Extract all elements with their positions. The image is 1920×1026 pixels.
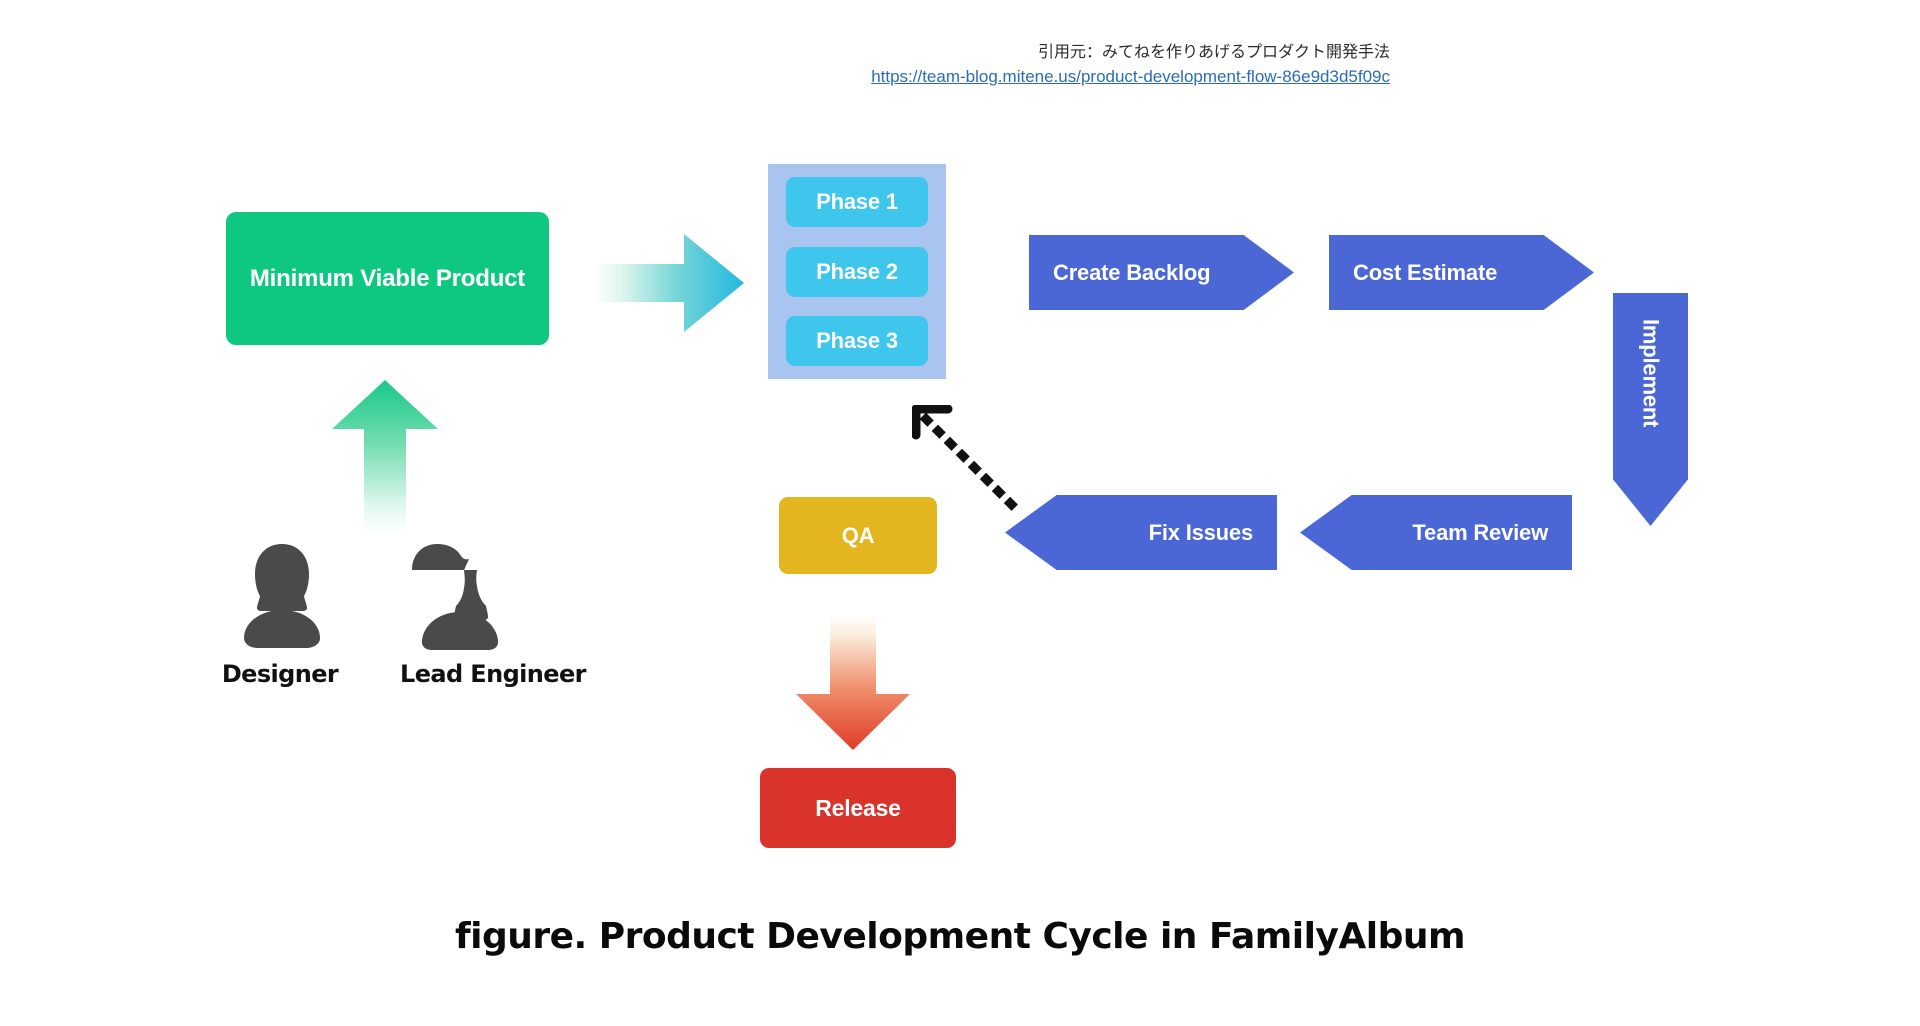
arrow-up-gradient-icon bbox=[330, 380, 440, 534]
phase-item[interactable]: Phase 1 bbox=[786, 177, 928, 227]
mvp-box[interactable]: Minimum Viable Product bbox=[226, 212, 549, 345]
phase-label: Phase 1 bbox=[816, 189, 898, 214]
figure-caption: figure. Product Development Cycle in Fam… bbox=[454, 916, 1466, 957]
flow-step-label: Cost Estimate bbox=[1353, 259, 1498, 285]
arrow-down-gradient-icon bbox=[792, 614, 914, 750]
person-label: Designer bbox=[221, 660, 339, 688]
attribution: 引用元：みてねを作りあげるプロダクト開発手法 https://team-blog… bbox=[690, 40, 1390, 90]
phases-container: Phase 1 Phase 2 Phase 3 bbox=[768, 164, 946, 379]
flow-step-create-backlog[interactable]: Create Backlog bbox=[1029, 235, 1294, 310]
person-label: Lead Engineer bbox=[400, 660, 586, 688]
person-lead-engineer: Lead Engineer bbox=[400, 540, 586, 688]
flow-step-cost-estimate[interactable]: Cost Estimate bbox=[1329, 235, 1594, 310]
diagram-canvas: 引用元：みてねを作りあげるプロダクト開発手法 https://team-blog… bbox=[0, 0, 1920, 1026]
phase-label: Phase 2 bbox=[816, 258, 898, 284]
attribution-source-label: 引用元：みてねを作りあげるプロダクト開発手法 bbox=[1037, 42, 1390, 61]
attribution-source-link[interactable]: https://team-blog.mitene.us/product-deve… bbox=[871, 65, 1390, 90]
release-box[interactable]: Release bbox=[760, 768, 956, 848]
flow-step-label: Team Review bbox=[1412, 519, 1548, 545]
arrow-right-gradient-icon bbox=[594, 230, 744, 336]
flow-step-label: Create Backlog bbox=[1053, 259, 1211, 285]
flow-step-label: Fix Issues bbox=[1148, 519, 1254, 545]
mvp-label: Minimum Viable Product bbox=[249, 264, 526, 292]
flow-step-label: Implement bbox=[1638, 319, 1664, 428]
flow-step-fix-issues[interactable]: Fix Issues bbox=[1005, 495, 1277, 570]
qa-box[interactable]: QA bbox=[779, 497, 937, 574]
flow-step-implement[interactable]: Implement bbox=[1613, 293, 1688, 526]
person-male-icon bbox=[412, 544, 499, 650]
qa-label: QA bbox=[841, 522, 875, 548]
flow-step-team-review[interactable]: Team Review bbox=[1300, 495, 1572, 570]
release-label: Release bbox=[815, 794, 901, 821]
phase-item[interactable]: Phase 3 bbox=[786, 316, 928, 366]
phase-label: Phase 3 bbox=[816, 328, 898, 353]
person-female-icon bbox=[244, 544, 320, 648]
person-designer: Designer bbox=[222, 540, 342, 688]
phase-item[interactable]: Phase 2 bbox=[786, 246, 928, 297]
